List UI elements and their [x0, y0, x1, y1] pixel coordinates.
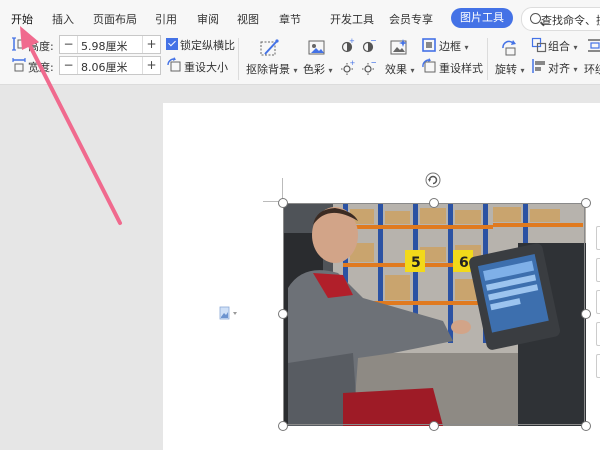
- increase-brightness-icon[interactable]: +: [339, 60, 355, 76]
- resize-handle-bottom-right[interactable]: [581, 421, 591, 431]
- height-icon: [12, 37, 26, 51]
- ribbon-divider: [238, 38, 239, 80]
- svg-text:−: −: [370, 38, 376, 45]
- height-decrease-button[interactable]: −: [60, 36, 78, 53]
- menu-bar: 开始 插入 页面布局 引用 审阅 视图 章节 开发工具 会员专享 图片工具 查找…: [0, 0, 600, 34]
- increase-contrast-icon[interactable]: +: [339, 38, 355, 54]
- resize-handle-top-left[interactable]: [278, 198, 288, 208]
- document-canvas: [0, 85, 163, 450]
- rotate-handle-icon[interactable]: [425, 172, 441, 188]
- reset-size-button[interactable]: 重设大小: [184, 59, 228, 75]
- search-placeholder: 查找命令、搜: [541, 14, 600, 27]
- margin-mark: [282, 178, 283, 200]
- height-value[interactable]: 5.98厘米: [81, 38, 128, 54]
- resize-handle-top[interactable]: [429, 198, 439, 208]
- svg-text:+: +: [349, 38, 355, 45]
- tab-page-layout[interactable]: 页面布局: [93, 11, 137, 27]
- width-label: 宽度:: [28, 61, 54, 74]
- selection-frame: [283, 203, 585, 425]
- resize-handle-bottom[interactable]: [429, 421, 439, 431]
- width-decrease-button[interactable]: −: [60, 57, 78, 74]
- tab-home[interactable]: 开始: [11, 11, 33, 27]
- lock-aspect-ratio-label[interactable]: 锁定纵横比: [180, 37, 235, 53]
- decrease-contrast-icon[interactable]: −: [360, 38, 376, 54]
- svg-text:−: −: [371, 60, 377, 67]
- tab-section[interactable]: 章节: [279, 11, 301, 27]
- reset-style-icon: [422, 58, 436, 73]
- tab-review[interactable]: 审阅: [197, 11, 219, 27]
- color-button[interactable]: 色彩 ▾: [303, 61, 333, 77]
- border-icon: [422, 38, 436, 52]
- wrap-text-label[interactable]: 环绕: [584, 61, 600, 77]
- border-label: 边框: [439, 40, 461, 53]
- rotate-label: 旋转: [495, 63, 517, 76]
- tab-view[interactable]: 视图: [237, 11, 259, 27]
- width-increase-button[interactable]: +: [142, 57, 160, 74]
- width-stepper[interactable]: − 8.06厘米 +: [59, 56, 161, 75]
- height-increase-button[interactable]: +: [142, 36, 160, 53]
- effects-button[interactable]: 效果 ▾: [385, 61, 415, 77]
- align-icon: [532, 59, 545, 73]
- svg-text:+: +: [350, 60, 356, 67]
- remove-background-button[interactable]: 抠除背景 ▾: [246, 61, 298, 77]
- ribbon-divider: [487, 38, 488, 80]
- lock-aspect-ratio-checkbox[interactable]: [166, 38, 178, 50]
- effects-label: 效果: [385, 63, 407, 76]
- resize-handle-left[interactable]: [278, 309, 288, 319]
- rotate-icon[interactable]: [499, 38, 519, 58]
- wrap-text-icon[interactable]: [587, 37, 600, 53]
- align-button[interactable]: 对齐 ▾: [548, 60, 578, 76]
- height-label: 高度:: [28, 40, 54, 53]
- width-icon: [12, 58, 26, 72]
- remove-background-icon[interactable]: [259, 38, 279, 58]
- image-icon[interactable]: [219, 306, 239, 320]
- reset-style-button[interactable]: 重设样式: [439, 60, 483, 76]
- color-icon[interactable]: [307, 38, 327, 58]
- layout-options-button[interactable]: [596, 226, 600, 250]
- tab-picture-tools[interactable]: 图片工具: [451, 8, 513, 28]
- resize-handle-right[interactable]: [581, 309, 591, 319]
- color-label: 色彩: [303, 63, 325, 76]
- group-label: 组合: [548, 40, 570, 53]
- border-button[interactable]: 边框 ▾: [439, 38, 469, 54]
- height-stepper[interactable]: − 5.98厘米 +: [59, 35, 161, 54]
- effects-icon[interactable]: [389, 38, 409, 58]
- search-box[interactable]: 查找命令、搜: [521, 7, 600, 31]
- tab-insert[interactable]: 插入: [52, 11, 74, 27]
- tab-developer-tools[interactable]: 开发工具: [330, 11, 374, 27]
- crop-button[interactable]: [596, 290, 600, 314]
- width-value[interactable]: 8.06厘米: [81, 59, 128, 75]
- resize-handle-top-right[interactable]: [581, 198, 591, 208]
- picture-style-button[interactable]: [596, 322, 600, 346]
- group-button[interactable]: 组合 ▾: [548, 38, 578, 54]
- reset-size-icon: [167, 57, 181, 72]
- picture-more-button[interactable]: [596, 354, 600, 378]
- decrease-brightness-icon[interactable]: −: [360, 60, 376, 76]
- search-icon: [530, 13, 541, 24]
- tab-references[interactable]: 引用: [155, 11, 177, 27]
- group-icon: [531, 37, 547, 53]
- picture-options-button[interactable]: [596, 258, 600, 282]
- rotate-button[interactable]: 旋转 ▾: [495, 61, 525, 77]
- align-label: 对齐: [548, 62, 570, 75]
- remove-background-label: 抠除背景: [246, 63, 290, 76]
- resize-handle-bottom-left[interactable]: [278, 421, 288, 431]
- tab-member-exclusive[interactable]: 会员专享: [389, 11, 433, 27]
